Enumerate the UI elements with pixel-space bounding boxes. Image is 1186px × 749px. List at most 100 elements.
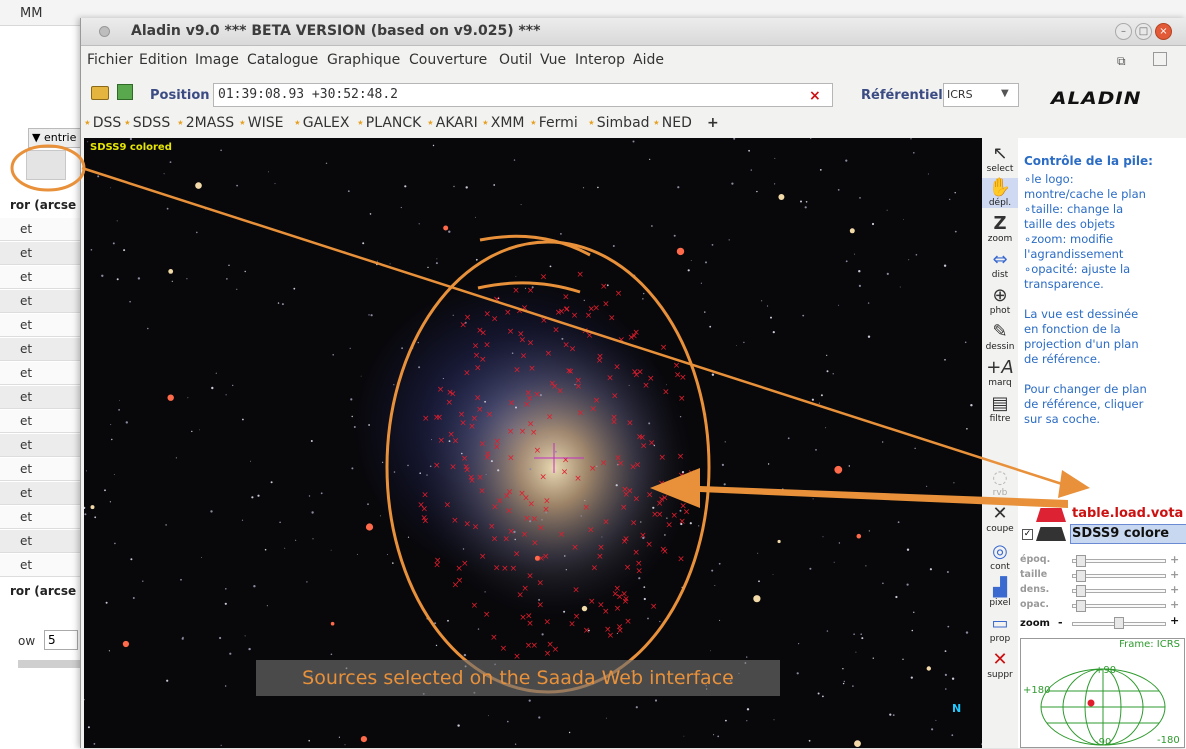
image-plane-label[interactable]: SDSS9 colore xyxy=(1072,526,1169,541)
source-marker[interactable]: × xyxy=(526,572,534,582)
filter-tool[interactable]: ▤ filtre xyxy=(982,394,1018,425)
survey-wise[interactable]: ⋆WISE xyxy=(238,115,283,131)
source-marker[interactable]: × xyxy=(556,387,564,397)
source-marker[interactable]: × xyxy=(476,473,484,483)
source-marker[interactable]: × xyxy=(484,309,492,319)
sky-view[interactable]: × × × × × × × × × × × × × × × × × × × × × × × × × × × × × × × × × × × × × × × ×… xyxy=(84,138,982,748)
source-marker[interactable]: × xyxy=(573,612,581,622)
source-marker[interactable]: × xyxy=(658,479,666,489)
source-marker[interactable]: × xyxy=(602,518,610,528)
source-marker[interactable]: × xyxy=(476,405,484,415)
source-marker[interactable]: × xyxy=(421,491,429,501)
source-marker[interactable]: × xyxy=(422,414,430,424)
source-marker[interactable]: × xyxy=(505,506,513,516)
survey-2mass[interactable]: ⋆2MASS xyxy=(176,115,234,131)
source-marker[interactable]: × xyxy=(544,649,552,659)
position-input[interactable]: 01:39:08.93 +30:52:48.2 xyxy=(213,83,833,107)
survey-sdss[interactable]: ⋆SDSS xyxy=(123,115,170,131)
source-marker[interactable]: × xyxy=(662,388,670,398)
source-marker[interactable]: × xyxy=(552,645,560,655)
survey-dss[interactable]: ⋆DSS xyxy=(83,115,121,131)
source-marker[interactable]: × xyxy=(562,293,570,303)
pixel-tool[interactable]: ▟ pixel xyxy=(982,578,1018,609)
source-marker[interactable]: × xyxy=(672,485,680,495)
source-marker[interactable]: × xyxy=(632,328,640,338)
source-marker[interactable]: × xyxy=(540,272,548,282)
source-marker[interactable]: × xyxy=(607,631,615,641)
survey-planck[interactable]: ⋆PLANCK xyxy=(356,115,421,131)
source-marker[interactable]: × xyxy=(483,340,491,350)
source-marker[interactable]: × xyxy=(479,440,487,450)
menu-fichier[interactable]: Fichier xyxy=(87,52,133,68)
survey-galex[interactable]: ⋆GALEX xyxy=(293,115,349,131)
source-marker[interactable]: × xyxy=(540,316,548,326)
open-folder-icon[interactable] xyxy=(91,86,109,100)
horizontal-scrollbar[interactable] xyxy=(18,660,80,668)
source-marker[interactable]: × xyxy=(621,537,629,547)
source-marker[interactable]: × xyxy=(451,516,459,526)
source-marker[interactable]: × xyxy=(537,523,545,533)
catalog-plane-label[interactable]: table.load.vota xyxy=(1072,506,1183,521)
source-marker[interactable]: × xyxy=(574,474,582,484)
source-marker[interactable]: × xyxy=(537,579,545,589)
source-marker[interactable]: × xyxy=(665,521,673,531)
source-marker[interactable]: × xyxy=(602,300,610,310)
menu-aide[interactable]: Aide xyxy=(633,52,664,68)
source-marker[interactable]: × xyxy=(433,413,441,423)
source-marker[interactable]: × xyxy=(513,366,521,376)
source-marker[interactable]: × xyxy=(678,517,686,527)
source-marker[interactable]: × xyxy=(677,555,685,565)
source-marker[interactable]: × xyxy=(493,563,501,573)
source-marker[interactable]: × xyxy=(561,468,569,478)
slider-plus[interactable]: + xyxy=(1170,553,1179,566)
photometry-tool[interactable]: ⊕ phot xyxy=(982,286,1018,317)
source-marker[interactable]: × xyxy=(464,520,472,530)
source-marker[interactable]: × xyxy=(558,530,566,540)
source-marker[interactable]: × xyxy=(677,452,685,462)
source-marker[interactable]: × xyxy=(549,379,557,389)
image-plane-icon[interactable] xyxy=(1036,527,1066,541)
source-marker[interactable]: × xyxy=(617,459,625,469)
source-marker[interactable]: × xyxy=(633,494,641,504)
source-marker[interactable]: × xyxy=(558,307,566,317)
source-marker[interactable]: × xyxy=(539,473,547,483)
catalog-plane-icon[interactable] xyxy=(1036,508,1066,522)
source-marker[interactable]: × xyxy=(610,417,618,427)
source-marker[interactable]: × xyxy=(520,352,528,362)
menu-outil[interactable]: Outil xyxy=(499,52,532,68)
source-marker[interactable]: × xyxy=(528,364,536,374)
source-marker[interactable]: × xyxy=(523,400,531,410)
zoom-plus[interactable]: + xyxy=(1170,614,1179,627)
source-marker[interactable]: × xyxy=(542,505,550,515)
title-bar[interactable]: Aladin v9.0 *** BETA VERSION (based on v… xyxy=(81,18,1186,46)
slider-plus[interactable]: + xyxy=(1170,583,1179,596)
source-marker[interactable]: × xyxy=(504,308,512,318)
source-marker[interactable]: × xyxy=(501,564,509,574)
source-marker[interactable]: × xyxy=(472,341,480,351)
source-marker[interactable]: × xyxy=(516,306,524,316)
zoom-tool[interactable]: Zzoom xyxy=(982,214,1018,245)
source-marker[interactable]: × xyxy=(634,460,642,470)
menu-graphique[interactable]: Graphique xyxy=(327,52,400,68)
source-marker[interactable]: × xyxy=(587,525,595,535)
source-marker[interactable]: × xyxy=(581,326,589,336)
draw-tool[interactable]: ✎ dessin xyxy=(982,322,1018,353)
source-marker[interactable]: × xyxy=(608,313,616,323)
bookmark-text[interactable]: MM xyxy=(20,6,42,21)
source-marker[interactable]: × xyxy=(624,617,632,627)
source-marker[interactable]: × xyxy=(639,531,647,541)
source-marker[interactable]: × xyxy=(462,463,470,473)
source-marker[interactable]: × xyxy=(650,602,658,612)
source-marker[interactable]: × xyxy=(631,367,639,377)
source-marker[interactable]: × xyxy=(575,382,583,392)
fullscreen-icon[interactable] xyxy=(1153,52,1167,66)
rows-input[interactable]: 5 xyxy=(44,630,78,650)
source-marker[interactable]: × xyxy=(467,473,475,483)
source-marker[interactable]: × xyxy=(474,394,482,404)
source-marker[interactable]: × xyxy=(646,490,654,500)
source-marker[interactable]: × xyxy=(537,601,545,611)
source-marker[interactable]: × xyxy=(491,314,499,324)
slider-knob[interactable] xyxy=(1076,570,1087,582)
source-marker[interactable]: × xyxy=(642,381,650,391)
source-marker[interactable]: × xyxy=(472,523,480,533)
